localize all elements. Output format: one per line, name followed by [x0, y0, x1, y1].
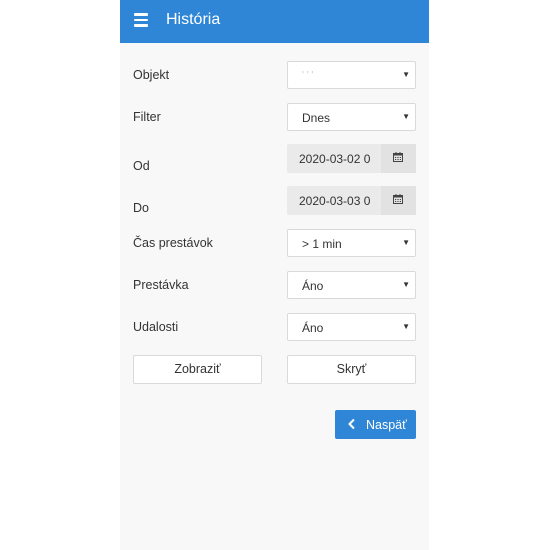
do-date-field[interactable]: 2020-03-03 0 [287, 186, 416, 215]
prestavka-label: Prestávka [133, 278, 189, 292]
filter-label: Filter [133, 110, 161, 124]
cas-prestavok-select[interactable]: > 1 min ▼ [287, 229, 416, 257]
do-label: Do [133, 201, 149, 215]
back-button-label: Naspäť [366, 418, 407, 432]
udalosti-value: Áno [302, 321, 324, 335]
calendar-icon [393, 152, 403, 162]
dropdown-arrow-icon: ▼ [402, 238, 410, 247]
chevron-left-icon [348, 418, 355, 430]
od-label: Od [133, 159, 150, 173]
udalosti-select[interactable]: Áno ▼ [287, 313, 416, 341]
od-date-value: 2020-03-02 0 [299, 152, 371, 166]
udalosti-label: Udalosti [133, 320, 179, 334]
prestavka-value: Áno [302, 279, 324, 293]
hide-button[interactable]: Skryť [287, 355, 416, 384]
do-date-value: 2020-03-03 0 [299, 194, 371, 208]
od-calendar-button[interactable] [381, 144, 416, 173]
app-header: História [120, 0, 429, 43]
filter-value: Dnes [302, 111, 331, 125]
dropdown-arrow-icon: ▼ [402, 112, 410, 121]
od-date-field[interactable]: 2020-03-02 0 [287, 144, 416, 173]
filter-select[interactable]: Dnes ▼ [287, 103, 416, 131]
show-button[interactable]: Zobraziť [133, 355, 262, 384]
objekt-select[interactable]: ' ' ' ▼ [287, 61, 416, 89]
prestavka-select[interactable]: Áno ▼ [287, 271, 416, 299]
dropdown-arrow-icon: ▼ [402, 70, 410, 79]
app-screen: História Objekt ' ' ' ▼ Filter Dnes ▼ Od… [120, 0, 429, 550]
cas-prestavok-label: Čas prestávok [133, 236, 213, 250]
dropdown-arrow-icon: ▼ [402, 280, 410, 289]
hamburger-menu-icon[interactable] [134, 13, 148, 27]
calendar-icon [393, 194, 403, 204]
objekt-value: ' ' ' [302, 70, 314, 81]
back-button[interactable]: Naspäť [335, 410, 416, 439]
objekt-label: Objekt [133, 68, 170, 82]
do-calendar-button[interactable] [381, 186, 416, 215]
cas-prestavok-value: > 1 min [302, 237, 342, 251]
page-title: História [166, 11, 221, 28]
dropdown-arrow-icon: ▼ [402, 322, 410, 331]
